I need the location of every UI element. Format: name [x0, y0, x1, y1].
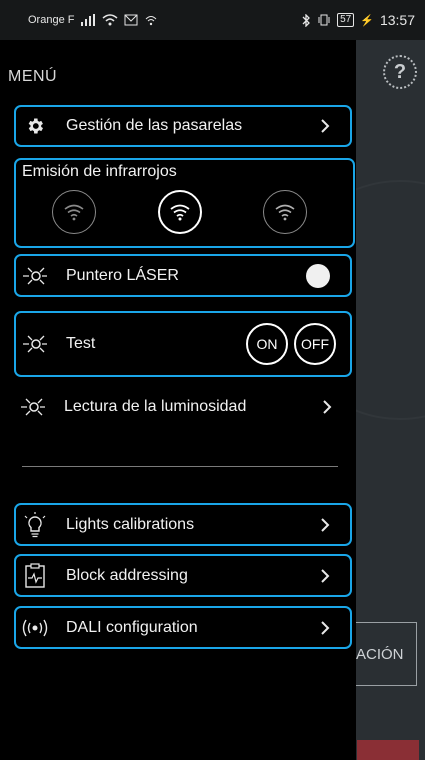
menu-item-block-addressing[interactable]: Block addressing — [14, 554, 352, 597]
menu-item-gateways[interactable]: Gestión de las pasarelas — [14, 105, 352, 147]
wifi-low-icon — [64, 204, 84, 221]
wifi-status-icon — [102, 14, 118, 26]
carrier-name: Orange F — [28, 14, 75, 26]
laser-label: Puntero LÁSER — [66, 266, 179, 284]
test-off-button[interactable]: OFF — [294, 323, 336, 365]
background-action-button[interactable]: ACIÓN — [353, 622, 417, 686]
signal-bars-icon — [81, 14, 96, 26]
luminosity-label: Lectura de la luminosidad — [64, 398, 247, 415]
infrared-high-button[interactable] — [263, 190, 307, 234]
menu-item-dali-configuration[interactable]: DALI configuration — [14, 606, 352, 649]
bluetooth-icon — [302, 13, 311, 27]
battery-level: 57 — [337, 13, 355, 27]
menu-item-luminosity[interactable]: Lectura de la luminosidad — [14, 386, 352, 428]
test-on-button[interactable]: ON — [246, 323, 288, 365]
infrared-medium-button[interactable] — [158, 190, 202, 234]
chevron-right-icon — [314, 119, 336, 133]
mail-icon — [124, 14, 138, 26]
gear-icon — [20, 111, 50, 141]
chevron-right-icon — [316, 400, 338, 414]
light-icon — [20, 261, 50, 291]
block-label: Block addressing — [66, 566, 188, 584]
clock: 13:57 — [379, 12, 415, 28]
menu-title: MENÚ — [8, 68, 58, 85]
chevron-right-icon — [314, 620, 336, 635]
menu-item-laser-pointer[interactable]: Puntero LÁSER — [14, 254, 352, 297]
screen: ? ACIÓN Orange F 57 ⚡ 13:57 MENÚ Gestión — [0, 0, 425, 760]
vibrate-icon — [318, 14, 330, 26]
hotspot-icon — [146, 16, 157, 26]
help-icon[interactable]: ? — [383, 55, 417, 89]
light-icon — [18, 392, 48, 422]
wifi-high-icon — [275, 204, 295, 221]
clipboard-icon — [20, 561, 50, 591]
signal-icon — [20, 613, 50, 643]
infrared-low-button[interactable] — [52, 190, 96, 234]
gateways-label: Gestión de las pasarelas — [66, 117, 243, 134]
laser-toggle[interactable] — [306, 263, 330, 288]
lights-label: Lights calibrations — [66, 515, 195, 533]
wifi-medium-icon — [170, 204, 190, 221]
dali-label: DALI configuration — [66, 618, 198, 636]
bulb-icon — [20, 510, 50, 540]
menu-divider — [22, 466, 338, 467]
infrared-panel: Emisión de infrarrojos — [14, 158, 355, 248]
background-red-button[interactable] — [357, 740, 419, 760]
status-bar: Orange F 57 ⚡ 13:57 — [0, 0, 425, 40]
light-icon — [20, 329, 50, 359]
chevron-right-icon — [314, 517, 336, 532]
infrared-title: Emisión de infrarrojos — [22, 163, 177, 180]
chevron-right-icon — [314, 568, 336, 583]
navigation-drawer: MENÚ Gestión de las pasarelas Emisión de… — [0, 40, 356, 760]
menu-item-lights-calibrations[interactable]: Lights calibrations — [14, 503, 352, 546]
charging-icon: ⚡ — [360, 14, 374, 27]
test-label: Test — [66, 335, 96, 352]
menu-item-test: Test ON OFF — [14, 311, 352, 377]
